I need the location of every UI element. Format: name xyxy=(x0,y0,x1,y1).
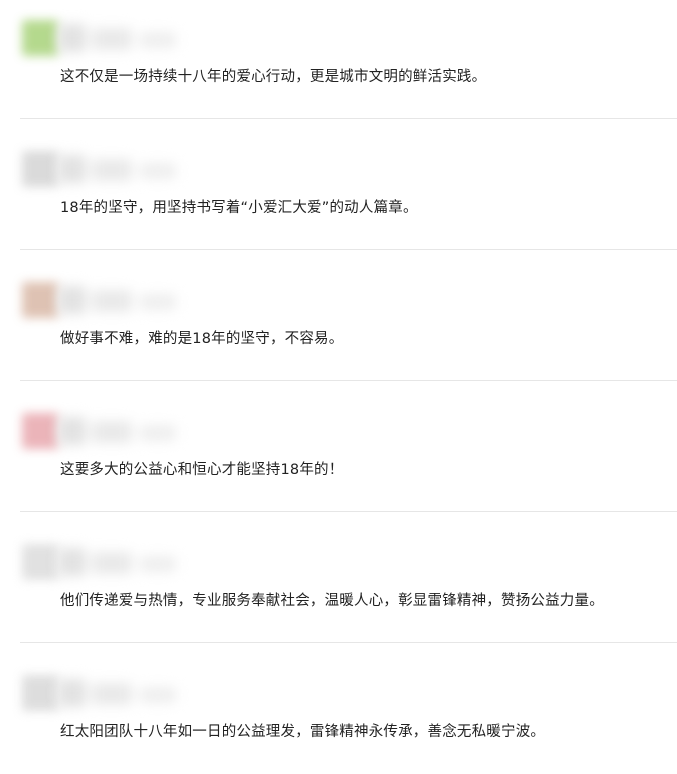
comment-item: 他们传递爱与热情，专业服务奉献社会，温暖人心，彰显雷锋精神，赞扬公益力量。 xyxy=(0,512,677,643)
comment-meta-redacted xyxy=(58,155,208,185)
avatar[interactable] xyxy=(22,151,58,187)
comment-list: 这不仅是一场持续十八年的爱心行动，更是城市文明的鲜活实践。 18年的坚守，用坚持… xyxy=(0,0,677,760)
avatar[interactable] xyxy=(22,282,58,318)
comment-item: 做好事不难，难的是18年的坚守，不容易。 xyxy=(0,250,677,381)
comment-text: 做好事不难，难的是18年的坚守，不容易。 xyxy=(60,331,344,347)
comment-text: 他们传递爱与热情，专业服务奉献社会，温暖人心，彰显雷锋精神，赞扬公益力量。 xyxy=(60,593,604,609)
avatar[interactable] xyxy=(22,675,58,711)
comment-text: 这不仅是一场持续十八年的爱心行动，更是城市文明的鲜活实践。 xyxy=(60,69,487,85)
comment-meta-redacted xyxy=(58,24,208,54)
comment-meta-redacted xyxy=(58,417,208,447)
comment-text: 红太阳团队十八年如一日的公益理发，雷锋精神永传承，善念无私暖宁波。 xyxy=(60,724,546,740)
comment-text: 这要多大的公益心和恒心才能坚持18年的！ xyxy=(60,462,344,478)
comment-text: 18年的坚守，用坚持书写着“小爱汇大爱”的动人篇章。 xyxy=(60,200,418,216)
comment-meta-redacted xyxy=(58,679,208,709)
comment-item: 18年的坚守，用坚持书写着“小爱汇大爱”的动人篇章。 xyxy=(0,119,677,250)
comment-item: 这不仅是一场持续十八年的爱心行动，更是城市文明的鲜活实践。 xyxy=(0,0,677,119)
comment-item: 这要多大的公益心和恒心才能坚持18年的！ xyxy=(0,381,677,512)
avatar[interactable] xyxy=(22,413,58,449)
comment-meta-redacted xyxy=(58,548,208,578)
avatar[interactable] xyxy=(22,544,58,580)
comment-meta-redacted xyxy=(58,286,208,316)
comment-item: 红太阳团队十八年如一日的公益理发，雷锋精神永传承，善念无私暖宁波。 xyxy=(0,643,677,774)
avatar[interactable] xyxy=(22,20,58,56)
